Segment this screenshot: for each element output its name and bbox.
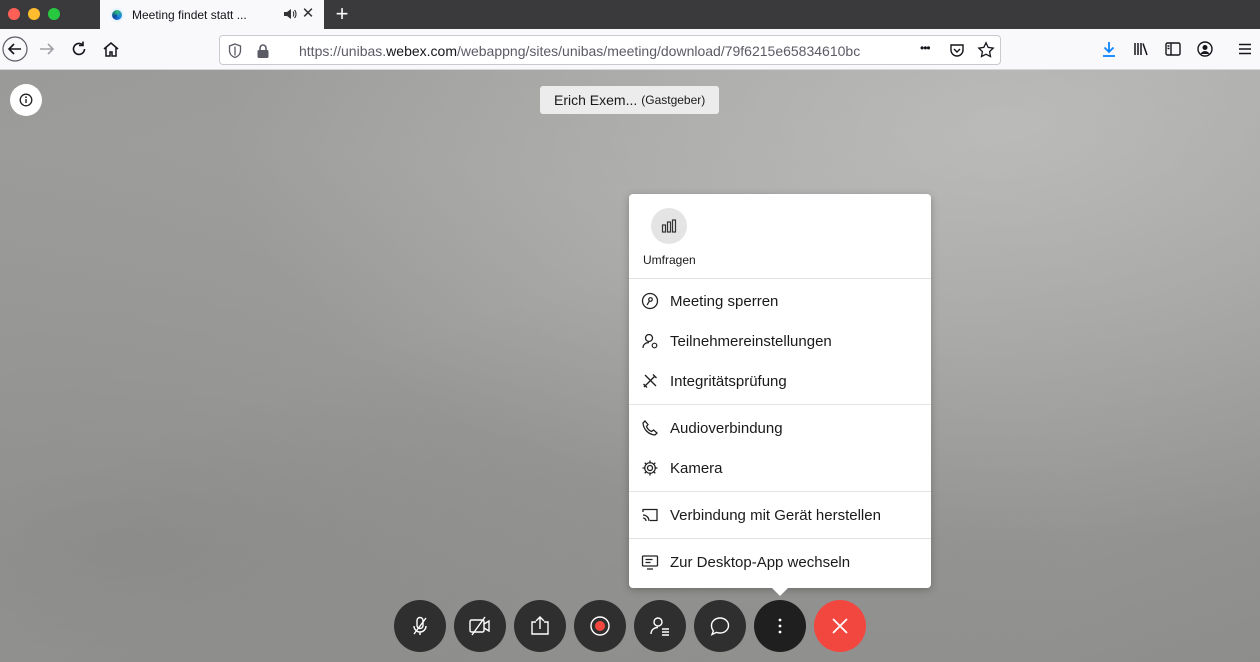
account-icon: [1197, 41, 1213, 57]
forward-button[interactable]: [34, 36, 60, 62]
participant-settings-icon: [640, 331, 660, 351]
back-button[interactable]: [2, 36, 28, 62]
account-button[interactable]: [1192, 36, 1218, 62]
info-icon: [19, 93, 33, 107]
meeting-info-button[interactable]: [10, 84, 42, 116]
participants-icon: [650, 617, 669, 636]
stop-video-button[interactable]: [454, 600, 506, 652]
record-icon: [590, 616, 610, 636]
chat-icon: [710, 617, 730, 636]
reload-icon: [72, 41, 86, 56]
chat-button[interactable]: [694, 600, 746, 652]
menu-item-participant-settings[interactable]: Teilnehmereinstellungen: [629, 324, 931, 358]
menu-item-label: Meeting sperren: [670, 292, 779, 310]
leave-meeting-button[interactable]: [814, 600, 866, 652]
menu-divider: [629, 491, 931, 492]
sidebar-button[interactable]: [1160, 36, 1186, 62]
active-speaker-label: Erich Exem... (Gastgeber): [540, 86, 720, 114]
bookmark-star-icon[interactable]: [977, 41, 995, 64]
url-text[interactable]: https://unibas.webex.com/webappng/sites/…: [299, 43, 887, 59]
cast-icon: [640, 505, 660, 525]
share-icon: [531, 616, 549, 635]
navigation-toolbar: https://unibas.webex.com/webappng/sites/…: [0, 29, 1260, 70]
close-icon: [832, 618, 848, 634]
url-prefix: https://unibas.: [299, 43, 387, 59]
shield-icon[interactable]: [228, 43, 242, 64]
lock-meeting-icon: [640, 291, 660, 311]
menu-item-label: Integritätsprüfung: [670, 372, 787, 390]
reload-button[interactable]: [66, 36, 92, 62]
phone-icon: [640, 418, 660, 438]
arrow-right-icon: [40, 43, 55, 55]
home-icon: [103, 42, 119, 57]
menu-divider: [629, 538, 931, 539]
record-button[interactable]: [574, 600, 626, 652]
mute-button[interactable]: [394, 600, 446, 652]
menu-item-label: Audioverbindung: [670, 419, 783, 437]
pocket-icon[interactable]: [949, 42, 965, 63]
sidebar-icon: [1165, 42, 1181, 56]
window-close-button[interactable]: [8, 8, 20, 20]
menu-item-label: Kamera: [670, 459, 723, 477]
menu-item-label: Teilnehmereinstellungen: [670, 332, 832, 350]
home-button[interactable]: [98, 36, 124, 62]
gear-icon: [640, 458, 660, 478]
arrow-left-icon: [2, 36, 28, 62]
desktop-app-icon: [640, 552, 660, 572]
address-bar[interactable]: https://unibas.webex.com/webappng/sites/…: [219, 35, 1001, 65]
close-tab-icon[interactable]: ✕: [300, 6, 316, 22]
tools-icon: [640, 371, 660, 391]
url-domain: webex.com: [386, 43, 457, 59]
host-role: (Gastgeber): [641, 93, 706, 107]
lock-icon[interactable]: [256, 43, 270, 64]
download-icon: [1103, 42, 1115, 57]
meeting-video-area: Erich Exem... (Gastgeber) Umfragen Meeti…: [0, 70, 1260, 662]
share-content-button[interactable]: [514, 600, 566, 652]
webex-favicon-icon: [110, 7, 124, 22]
downloads-button[interactable]: [1096, 36, 1122, 62]
new-tab-button[interactable]: +: [332, 3, 352, 25]
menu-item-label: Zur Desktop-App wechseln: [670, 553, 851, 571]
menu-item-health-check[interactable]: Integritätsprüfung: [629, 364, 931, 398]
menu-item-audio-connection[interactable]: Audioverbindung: [629, 411, 931, 445]
poll-icon: [651, 208, 687, 244]
browser-tab[interactable]: Meeting findet statt ... ✕: [100, 0, 324, 29]
library-icon: [1134, 43, 1148, 56]
library-button[interactable]: [1128, 36, 1154, 62]
host-name: Erich Exem...: [554, 92, 638, 108]
menu-item-camera[interactable]: Kamera: [629, 451, 931, 485]
menu-item-label: Verbindung mit Gerät herstellen: [670, 506, 881, 524]
poll-label: Umfragen: [643, 253, 696, 267]
camera-off-icon: [469, 616, 490, 636]
hamburger-menu-icon: [1239, 43, 1251, 55]
tab-title: Meeting findet statt ...: [132, 7, 247, 22]
more-options-button[interactable]: [754, 600, 806, 652]
more-icon: [778, 618, 782, 634]
polling-button[interactable]: Umfragen: [643, 208, 696, 267]
more-options-menu: Umfragen Meeting sperren Teilnehmereinst…: [629, 194, 931, 596]
menu-divider: [629, 404, 931, 405]
menu-item-connect-device[interactable]: Verbindung mit Gerät herstellen: [629, 498, 931, 532]
url-path: /webappng/sites/unibas/meeting/download/…: [456, 43, 861, 59]
page-actions-icon[interactable]: •••: [920, 41, 931, 55]
window-zoom-button[interactable]: [48, 8, 60, 20]
menu-item-switch-desktop-app[interactable]: Zur Desktop-App wechseln: [629, 545, 931, 579]
participants-button[interactable]: [634, 600, 686, 652]
menu-item-lock-meeting[interactable]: Meeting sperren: [629, 284, 931, 318]
menu-divider: [629, 278, 931, 279]
speaker-icon[interactable]: [283, 7, 297, 21]
window-minimize-button[interactable]: [28, 8, 40, 20]
tab-strip: Meeting findet statt ... ✕ +: [0, 0, 1260, 29]
microphone-muted-icon: [413, 616, 427, 635]
app-menu-button[interactable]: [1232, 36, 1258, 62]
